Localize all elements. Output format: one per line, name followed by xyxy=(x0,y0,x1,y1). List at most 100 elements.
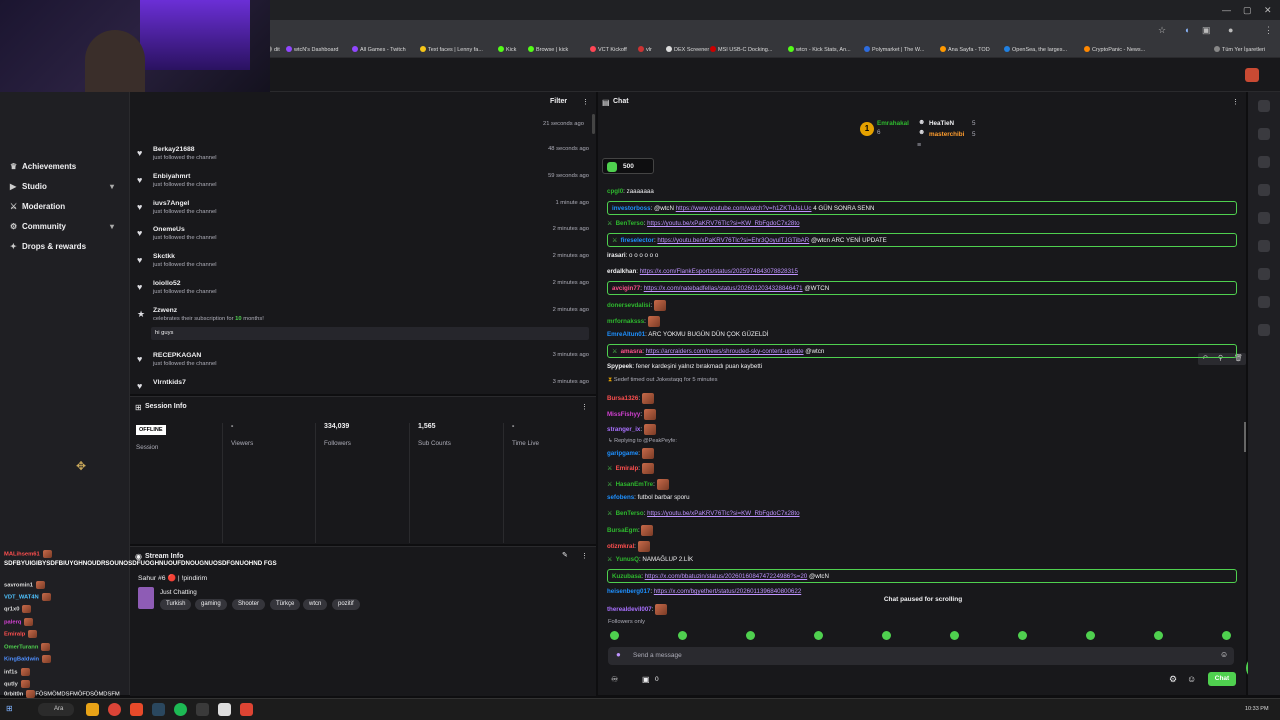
activity-username[interactable]: Berkay21688 xyxy=(153,146,195,153)
chat-username[interactable]: avcigin77 xyxy=(612,285,640,292)
chat-username[interactable]: investorboss xyxy=(612,205,651,212)
info-icon[interactable] xyxy=(1258,100,1270,112)
activity-row[interactable]: ♥ Enbiyahmrt just followed the channel 59 s… xyxy=(137,173,589,199)
quick-emote-icon[interactable] xyxy=(1018,631,1027,640)
points-badge[interactable]: 500 xyxy=(602,158,654,174)
bookmark-item[interactable]: Polymarket | The W... xyxy=(864,46,924,53)
chat-username[interactable]: garipgame xyxy=(607,450,638,457)
chat-message[interactable]: therealdevil007: xyxy=(607,601,1237,615)
layers-icon[interactable] xyxy=(1258,268,1270,280)
activity-username[interactable]: Vlrntkids7 xyxy=(153,379,186,386)
stream-more-icon[interactable]: ⋮ xyxy=(581,552,588,560)
chat-message[interactable]: avcigin77: https://x.com/natebadfellas/s… xyxy=(607,281,1237,295)
chat-users-icon[interactable]: ☺ xyxy=(1187,674,1196,684)
lightning-icon[interactable] xyxy=(1258,156,1270,168)
activity-row[interactable]: ♥ Skctkk just followed the channel 2 minute… xyxy=(137,253,589,279)
bookmark-item[interactable]: All Games - Twitch xyxy=(352,46,406,53)
xbox-icon[interactable] xyxy=(196,703,209,716)
chat-settings-icon[interactable]: ⚙ xyxy=(1169,674,1177,685)
chat-message[interactable]: garipgame: xyxy=(607,445,1237,459)
spotify-icon[interactable] xyxy=(174,703,187,716)
activity-scrollbar[interactable] xyxy=(592,114,595,134)
sidebar-item[interactable]: ✦ Drops & rewards xyxy=(10,242,86,251)
chat-username[interactable]: MissFishyy xyxy=(607,411,640,418)
chat-message[interactable]: ⚔ YunusQ: NAMAĞLUP 2.LİK xyxy=(607,553,1237,567)
chat-message[interactable]: cpgl0: zaaaaaaa xyxy=(607,185,1237,199)
chat-username[interactable]: sefobens xyxy=(607,494,634,501)
session-more-icon[interactable]: ⋮ xyxy=(581,403,588,411)
timeout-target[interactable]: Jokestaqq xyxy=(656,377,682,383)
chat-message[interactable]: Bursa1326: xyxy=(607,390,1237,404)
maximize-icon[interactable]: ▢ xyxy=(1243,5,1252,16)
profile-icon[interactable]: ● xyxy=(1228,25,1233,35)
activity-row[interactable]: ♥ OnemeUs just followed the channel 2 minut… xyxy=(137,226,589,252)
activity-username[interactable]: loiollo52 xyxy=(153,280,181,287)
stream-tag[interactable]: Türkçe xyxy=(270,599,301,610)
chat-scrollbar[interactable] xyxy=(1244,422,1246,452)
activity-row[interactable]: ♥ Berkay21688 just followed the channel 48 … xyxy=(137,146,589,172)
activity-row[interactable]: ♥ RECEPKAGAN just followed the channel 3 mi… xyxy=(137,352,589,378)
bookmark-item[interactable]: MSI USB-C Docking... xyxy=(710,46,772,53)
minimize-icon[interactable]: — xyxy=(1222,5,1231,15)
sword-icon[interactable] xyxy=(1258,296,1270,308)
more-options-icon[interactable]: ⋮ xyxy=(582,98,589,106)
quick-emote-icon[interactable] xyxy=(950,631,959,640)
sidebar-item[interactable]: ⚙ Community ▾ xyxy=(10,222,114,231)
stream-tag[interactable]: pozitif xyxy=(332,599,360,610)
chat-link[interactable]: https://arcraiders.com/news/shrouded-sky… xyxy=(646,348,804,355)
stream-tag[interactable]: Turkish xyxy=(160,599,192,610)
quick-emote-icon[interactable] xyxy=(1086,631,1095,640)
chat-username[interactable]: Emiralp xyxy=(616,465,639,472)
chevron-down-icon[interactable]: ▾ xyxy=(110,182,114,191)
quick-emote-icon[interactable] xyxy=(814,631,823,640)
chat-bubble-icon[interactable] xyxy=(1258,212,1270,224)
notepad-icon[interactable] xyxy=(218,703,231,716)
pin-icon[interactable] xyxy=(1258,128,1270,140)
menu-icon[interactable]: ⋮ xyxy=(1264,25,1273,36)
chat-message[interactable]: stranger_ix: xyxy=(607,421,1237,435)
chat-username[interactable]: heisenberg017 xyxy=(607,588,650,595)
quick-emote-icon[interactable] xyxy=(610,631,619,640)
bookmark-item[interactable]: DEX Screener xyxy=(666,46,709,53)
activity-sub-row[interactable]: ★ Zzwenz celebrates their subscription for… xyxy=(137,307,589,345)
edit-icon[interactable]: ✎ xyxy=(562,551,568,559)
chat-message[interactable]: ⚔ fireselector: https://youtu.be/xPaKRV76… xyxy=(607,233,1237,247)
windows-start-icon[interactable]: ⊞ xyxy=(6,704,13,713)
avatar[interactable] xyxy=(1245,68,1259,82)
chat-message[interactable]: MissFishyy: xyxy=(607,406,1237,420)
chat-link[interactable]: https://youtu.be/xPaKRV76Tlc?si=KW_RbFgd… xyxy=(647,220,799,227)
bookmark-item[interactable]: vlr xyxy=(638,46,652,53)
obs-icon[interactable] xyxy=(240,703,253,716)
chat-username[interactable]: Bursa1326 xyxy=(607,395,638,402)
puzzle-icon[interactable] xyxy=(1258,324,1270,336)
sidebar-item[interactable]: ⚔ Moderation xyxy=(10,202,65,211)
app-icon[interactable] xyxy=(130,703,143,716)
chat-message[interactable]: donersevdalisi: xyxy=(607,297,1237,311)
stream-tag[interactable]: gaming xyxy=(195,599,227,610)
emote-picker-icon[interactable]: ☺ xyxy=(1220,650,1228,659)
chat-message[interactable]: irasari: o o o o o o xyxy=(607,249,1237,263)
chat-username[interactable]: erdalkhan xyxy=(607,268,636,275)
quick-emote-icon[interactable] xyxy=(1154,631,1163,640)
expand-leaderboard-icon[interactable]: ≡ xyxy=(917,142,921,149)
chat-username[interactable]: Spypeek xyxy=(607,363,632,370)
star-icon[interactable]: ☆ xyxy=(1158,25,1166,36)
quick-emote-icon[interactable] xyxy=(678,631,687,640)
chat-message[interactable]: ⚔ BenTerso: https://youtu.be/xPaKRV76Tlc?… xyxy=(607,507,1237,521)
stream-tag[interactable]: wtcn xyxy=(303,599,328,610)
chat-username[interactable]: YunusQ xyxy=(616,556,639,563)
activity-row[interactable]: ♥ loiollo52 just followed the channel 2 min… xyxy=(137,280,589,306)
top-user-2[interactable]: HeaTieN xyxy=(929,120,954,127)
chat-username[interactable]: stranger_ix xyxy=(607,426,640,433)
activity-username[interactable]: OnemeUs xyxy=(153,226,185,233)
chat-username[interactable]: EmreAltun01 xyxy=(607,331,645,338)
filter-button[interactable]: Filter xyxy=(550,98,567,105)
gift-icon[interactable]: ▣ xyxy=(642,675,650,684)
bookmark-item[interactable]: CryptoPanic - News... xyxy=(1084,46,1145,53)
chat-message[interactable]: EmreAltun01: ARC YOKMU BUGÜN DÜN ÇOK GÜZ… xyxy=(607,328,1237,342)
activity-username[interactable]: Zzwenz xyxy=(153,307,177,314)
chat-username[interactable]: BenTerso xyxy=(616,510,644,517)
chat-link[interactable]: https://x.com/natebadfellas/status/20260… xyxy=(644,285,803,292)
chat-username[interactable]: otizmkral xyxy=(607,543,634,550)
chat-message[interactable]: Kuzubasa: https://x.com/bbatuzin/status/… xyxy=(607,569,1237,583)
